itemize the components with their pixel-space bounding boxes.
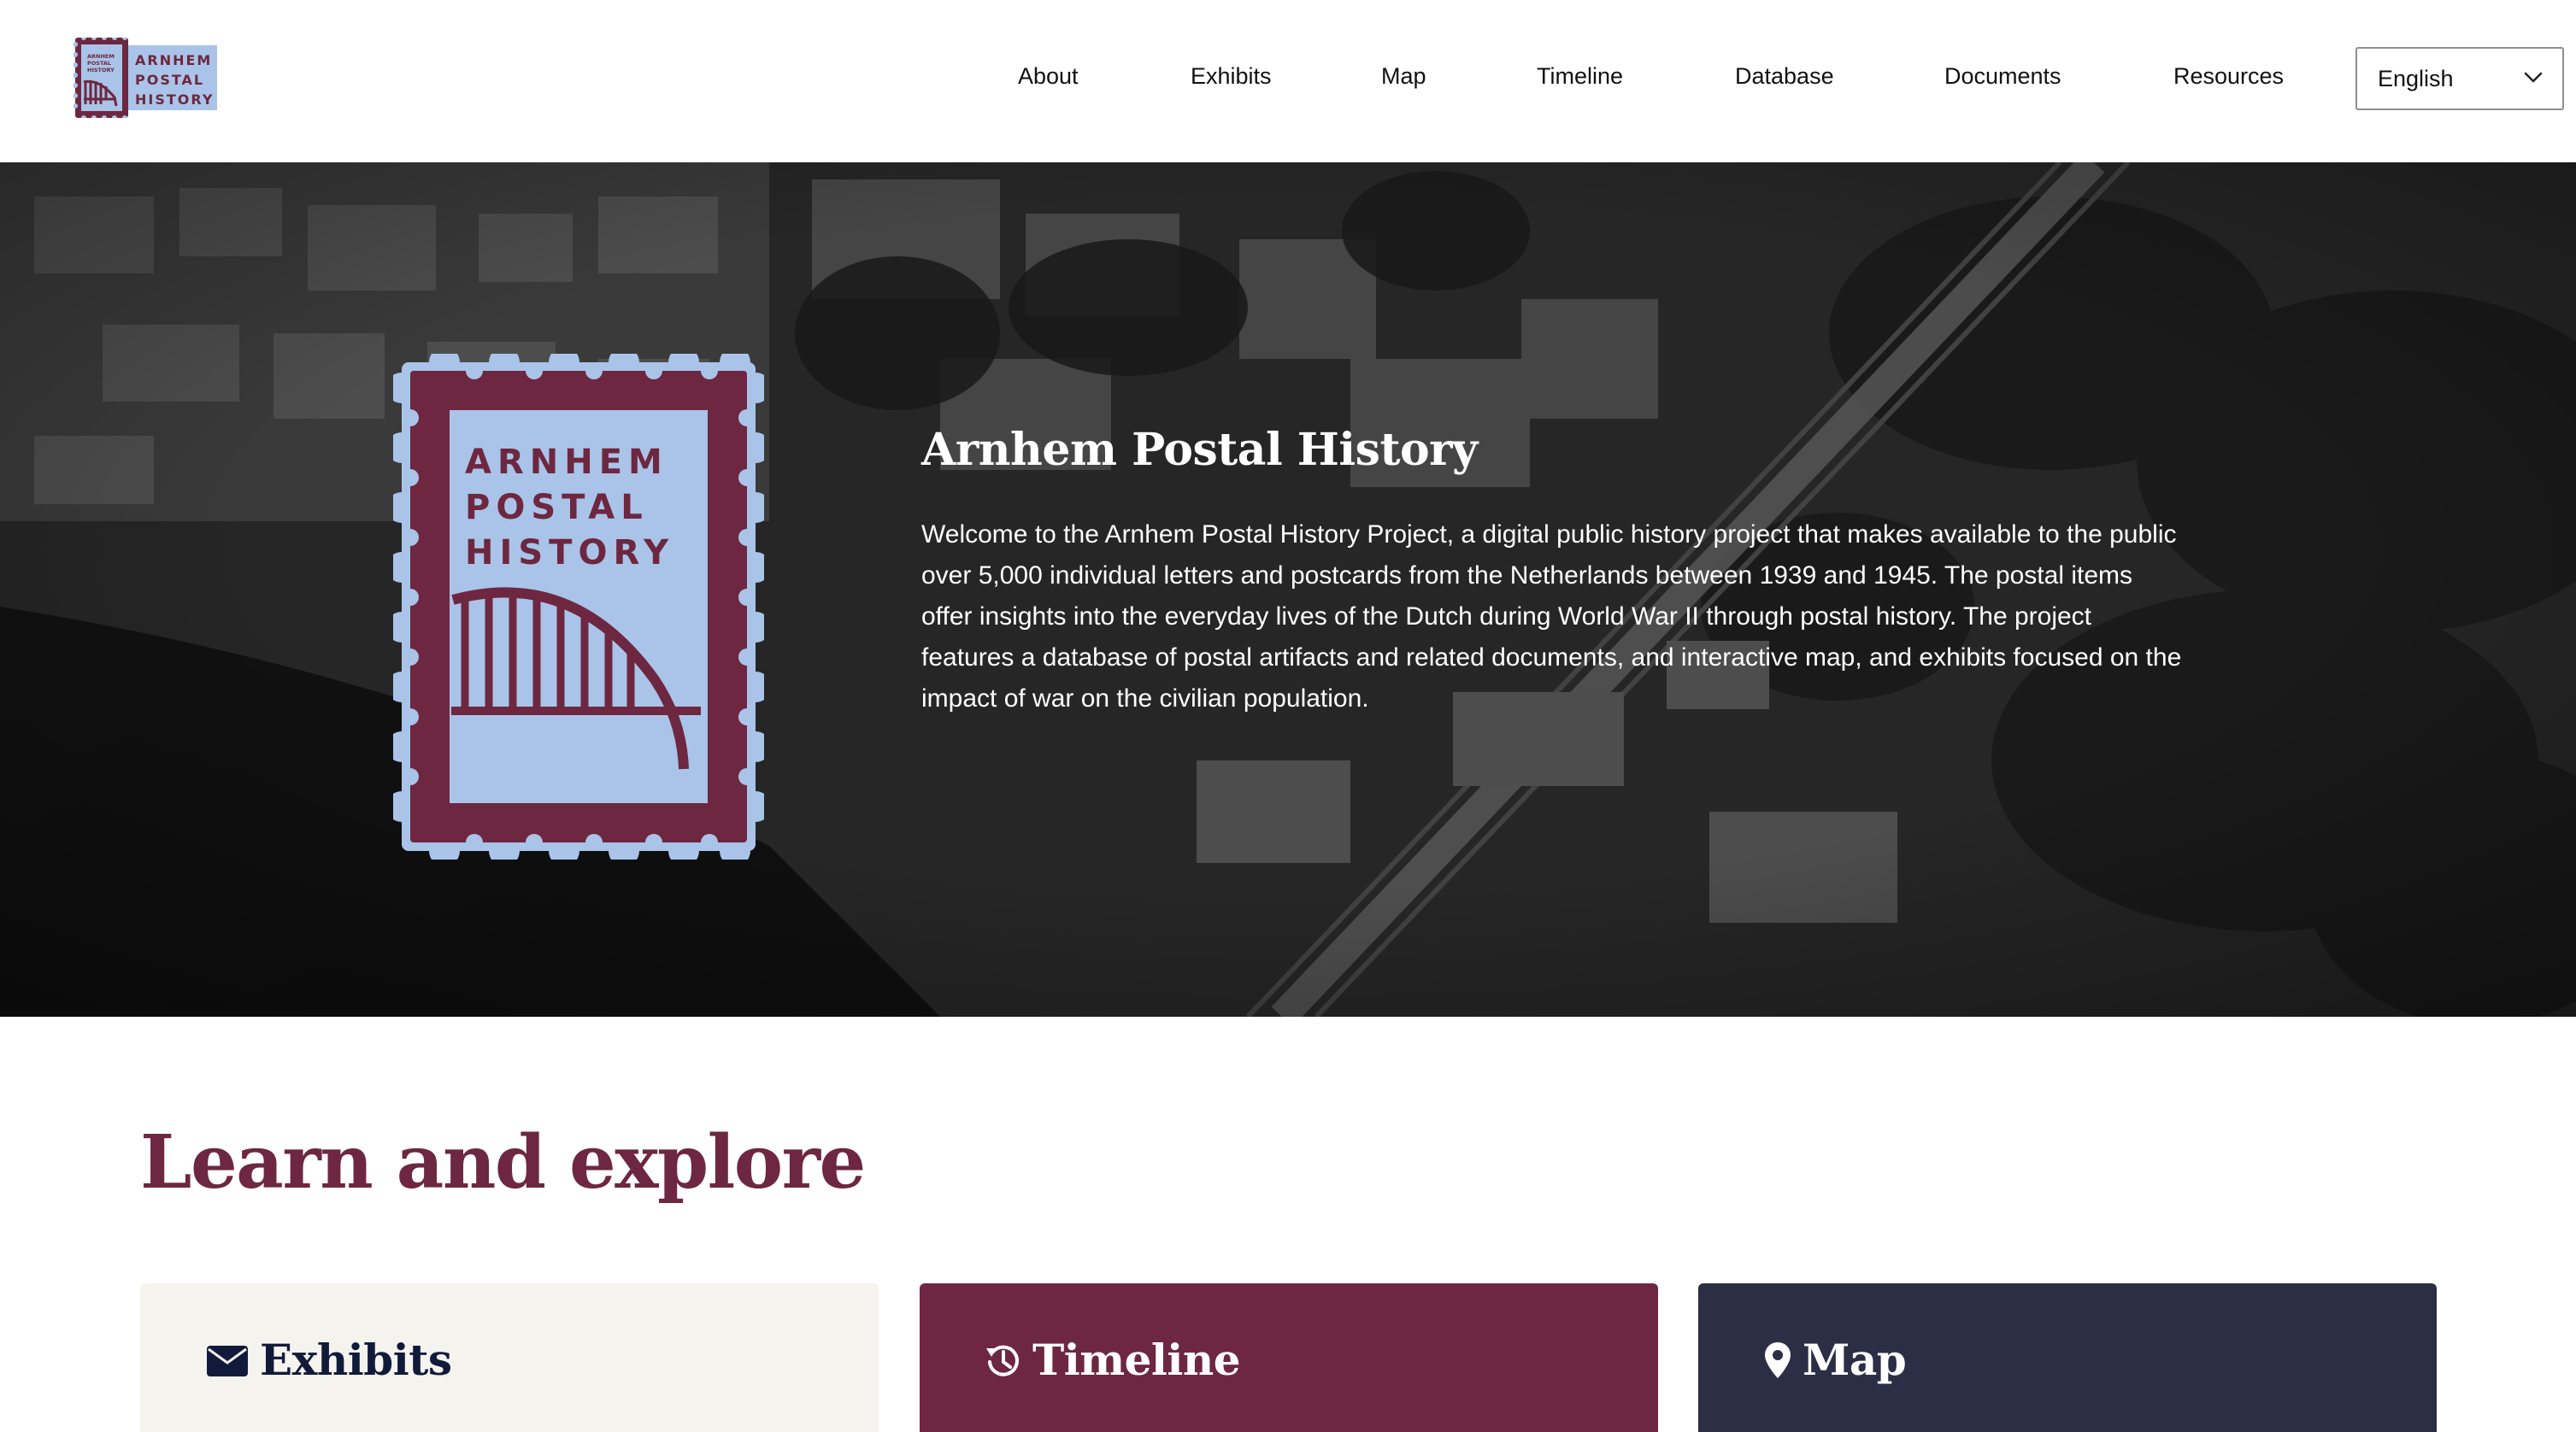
card-exhibits-heading[interactable]: Exhibits — [205, 1335, 452, 1385]
language-selected-label: English — [2378, 65, 2454, 91]
card-map-title: Map — [1803, 1335, 1907, 1385]
language-select[interactable]: English — [2355, 47, 2564, 110]
main-nav: About Exhibits Map Timeline Database Doc… — [0, 0, 2576, 162]
chevron-down-icon — [2524, 72, 2543, 83]
card-timeline[interactable]: Timeline The timeline traces key events … — [920, 1283, 1658, 1432]
hero-stamp-logo: ARNHEM POSTAL HISTORY — [393, 354, 764, 860]
nav-resources[interactable]: Resources — [2173, 63, 2284, 90]
card-timeline-text: The timeline traces key events in the hi… — [985, 1423, 1600, 1432]
card-map-heading[interactable]: Map — [1763, 1335, 1907, 1385]
nav-map[interactable]: Map — [1381, 63, 1426, 90]
card-map-text: The map allows you to explore where lett… — [1763, 1423, 2379, 1432]
card-timeline-heading[interactable]: Timeline — [985, 1335, 1241, 1385]
svg-text:POSTAL: POSTAL — [465, 488, 649, 527]
envelope-icon — [207, 1345, 248, 1376]
card-exhibits-text: Explore curated exhibits on civilian let… — [205, 1423, 820, 1432]
card-timeline-title: Timeline — [1032, 1335, 1241, 1385]
history-icon — [986, 1345, 1019, 1376]
site-header: ARNHEM POSTAL HISTORY ARNHEM POSTAL HIST… — [0, 0, 2576, 162]
nav-documents[interactable]: Documents — [1944, 63, 2061, 90]
map-pin-icon — [1765, 1341, 1791, 1378]
nav-database[interactable]: Database — [1735, 63, 1834, 90]
hero-title: Arnhem Postal History — [921, 424, 1478, 476]
card-exhibits[interactable]: Exhibits Explore curated exhibits on civ… — [140, 1283, 879, 1432]
learn-title: Learn and explore — [140, 1119, 866, 1206]
hero-description: Welcome to the Arnhem Postal History Pro… — [921, 520, 2182, 713]
nav-about[interactable]: About — [1018, 63, 1079, 90]
nav-timeline[interactable]: Timeline — [1537, 63, 1623, 90]
nav-exhibits[interactable]: Exhibits — [1191, 63, 1272, 90]
hero-section: ARNHEM POSTAL HISTORY Arnhem Postal Hist… — [0, 162, 2576, 1017]
card-map[interactable]: Map The map allows you to explore where … — [1698, 1283, 2437, 1432]
card-exhibits-title: Exhibits — [260, 1335, 452, 1385]
svg-text:HISTORY: HISTORY — [465, 533, 674, 572]
svg-text:ARNHEM: ARNHEM — [465, 443, 668, 482]
